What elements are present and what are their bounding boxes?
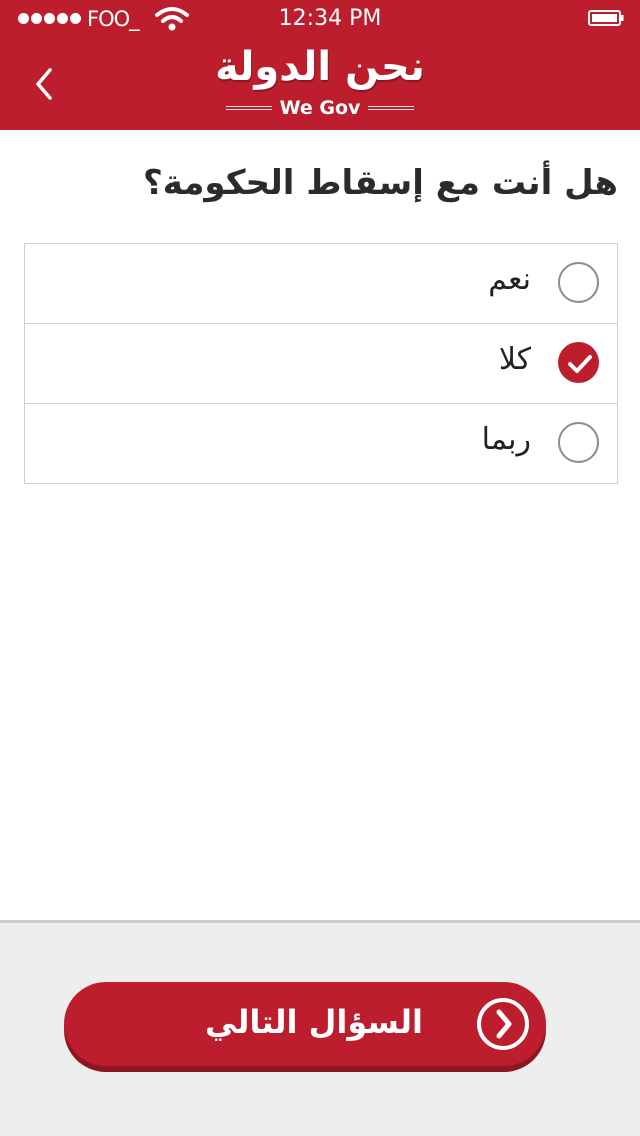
app-header: FOO_ 12:34 PM نحن الدولة We Gov [0,0,640,130]
answer-options: نعم كلا ربما [24,243,618,484]
chevron-right-circle-icon [477,998,529,1050]
carrier-name: FOO_ [87,7,140,31]
status-time: 12:34 PM [278,6,382,31]
subtitle-divider-left [226,106,272,110]
battery-icon [588,10,624,26]
radio-unchecked-icon[interactable] [558,422,599,463]
app-subtitle: We Gov [279,97,361,119]
signal-strength-icon [18,13,81,24]
radio-checked-icon[interactable] [558,342,599,383]
question-text: هل أنت مع إسقاط الحكومة؟ [142,163,618,203]
app-subtitle-row: We Gov [226,96,414,120]
wifi-icon [155,7,189,31]
next-question-button[interactable]: السؤال التالي [64,982,546,1066]
option-yes[interactable]: نعم [25,244,617,324]
app-title: نحن الدولة [215,44,425,90]
radio-unchecked-icon[interactable] [558,262,599,303]
checkmark-icon [568,355,592,373]
option-no[interactable]: كلا [25,324,617,404]
status-bar: FOO_ 12:34 PM [0,0,640,38]
back-button[interactable] [26,62,66,106]
chevron-left-icon [36,68,52,100]
option-maybe[interactable]: ربما [25,404,617,483]
next-question-label: السؤال التالي [205,1003,423,1041]
subtitle-divider-right [367,106,414,110]
option-label: ربما [481,422,531,457]
option-label: كلا [498,342,531,377]
option-label: نعم [488,262,531,297]
